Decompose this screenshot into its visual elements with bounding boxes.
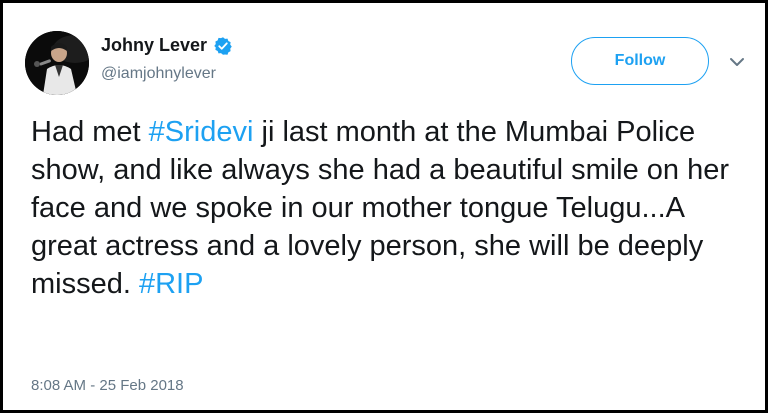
follow-button[interactable]: Follow [571,37,709,85]
timestamp[interactable]: 8:08 AM - 25 Feb 2018 [31,377,184,394]
avatar[interactable] [25,31,89,95]
chevron-down-icon[interactable] [728,53,746,71]
tweet-text-part: Had met [31,116,149,148]
user-handle[interactable]: @iamjohnylever [101,65,216,83]
performer-with-microphone-avatar-icon [25,31,89,95]
user-name[interactable]: Johny Lever [101,35,207,56]
tweet-card: Johny Lever @iamjohnylever Follow Had me… [3,3,765,410]
hashtag-link[interactable]: #RIP [139,268,203,300]
hashtag-link[interactable]: #Sridevi [149,116,254,148]
name-row: Johny Lever [101,35,233,56]
tweet-text: Had met #Sridevi ji last month at the Mu… [31,113,751,303]
verified-badge-icon [214,36,232,55]
